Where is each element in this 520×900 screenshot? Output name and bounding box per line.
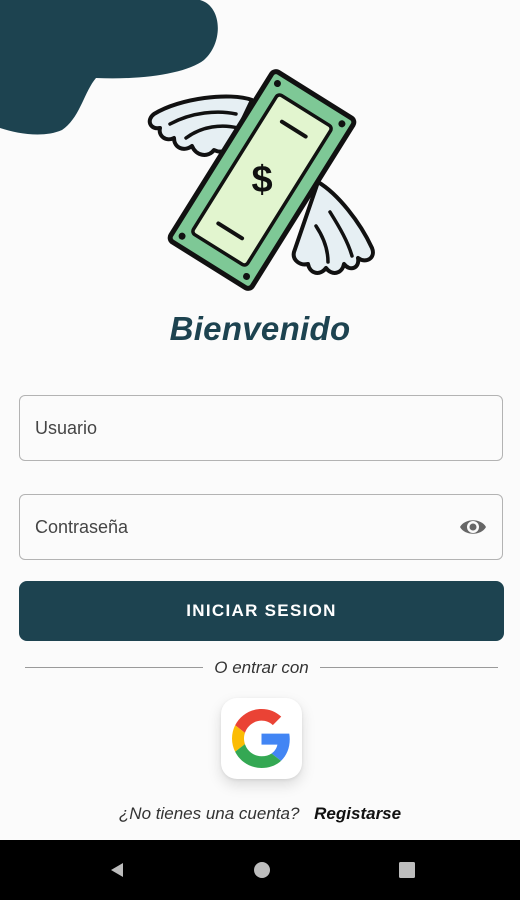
home-circle-icon[interactable]: [252, 860, 272, 880]
page-title: Bienvenido: [169, 310, 351, 347]
signup-prompt: ¿No tienes una cuenta? Registarse: [0, 804, 520, 824]
password-field[interactable]: Contraseña: [19, 494, 503, 560]
social-divider: O entrar con: [25, 658, 498, 678]
google-login-button[interactable]: [221, 698, 302, 779]
svg-text:$: $: [251, 159, 272, 201]
signup-question: ¿No tienes una cuenta?: [118, 804, 300, 823]
system-navigation-bar: [0, 840, 520, 900]
username-field[interactable]: Usuario: [19, 395, 503, 461]
signup-link[interactable]: Registarse: [314, 804, 401, 823]
divider-line-right: [320, 667, 498, 668]
recents-square-icon[interactable]: [397, 860, 417, 880]
login-button[interactable]: INICIAR SESION: [19, 581, 504, 641]
username-placeholder: Usuario: [35, 418, 98, 438]
divider-text: O entrar con: [214, 658, 309, 677]
back-triangle-icon[interactable]: [107, 860, 127, 880]
google-icon: [232, 709, 290, 768]
eye-icon[interactable]: [458, 514, 488, 540]
flying-money-illustration: $: [147, 69, 375, 291]
password-placeholder: Contraseña: [35, 517, 129, 537]
